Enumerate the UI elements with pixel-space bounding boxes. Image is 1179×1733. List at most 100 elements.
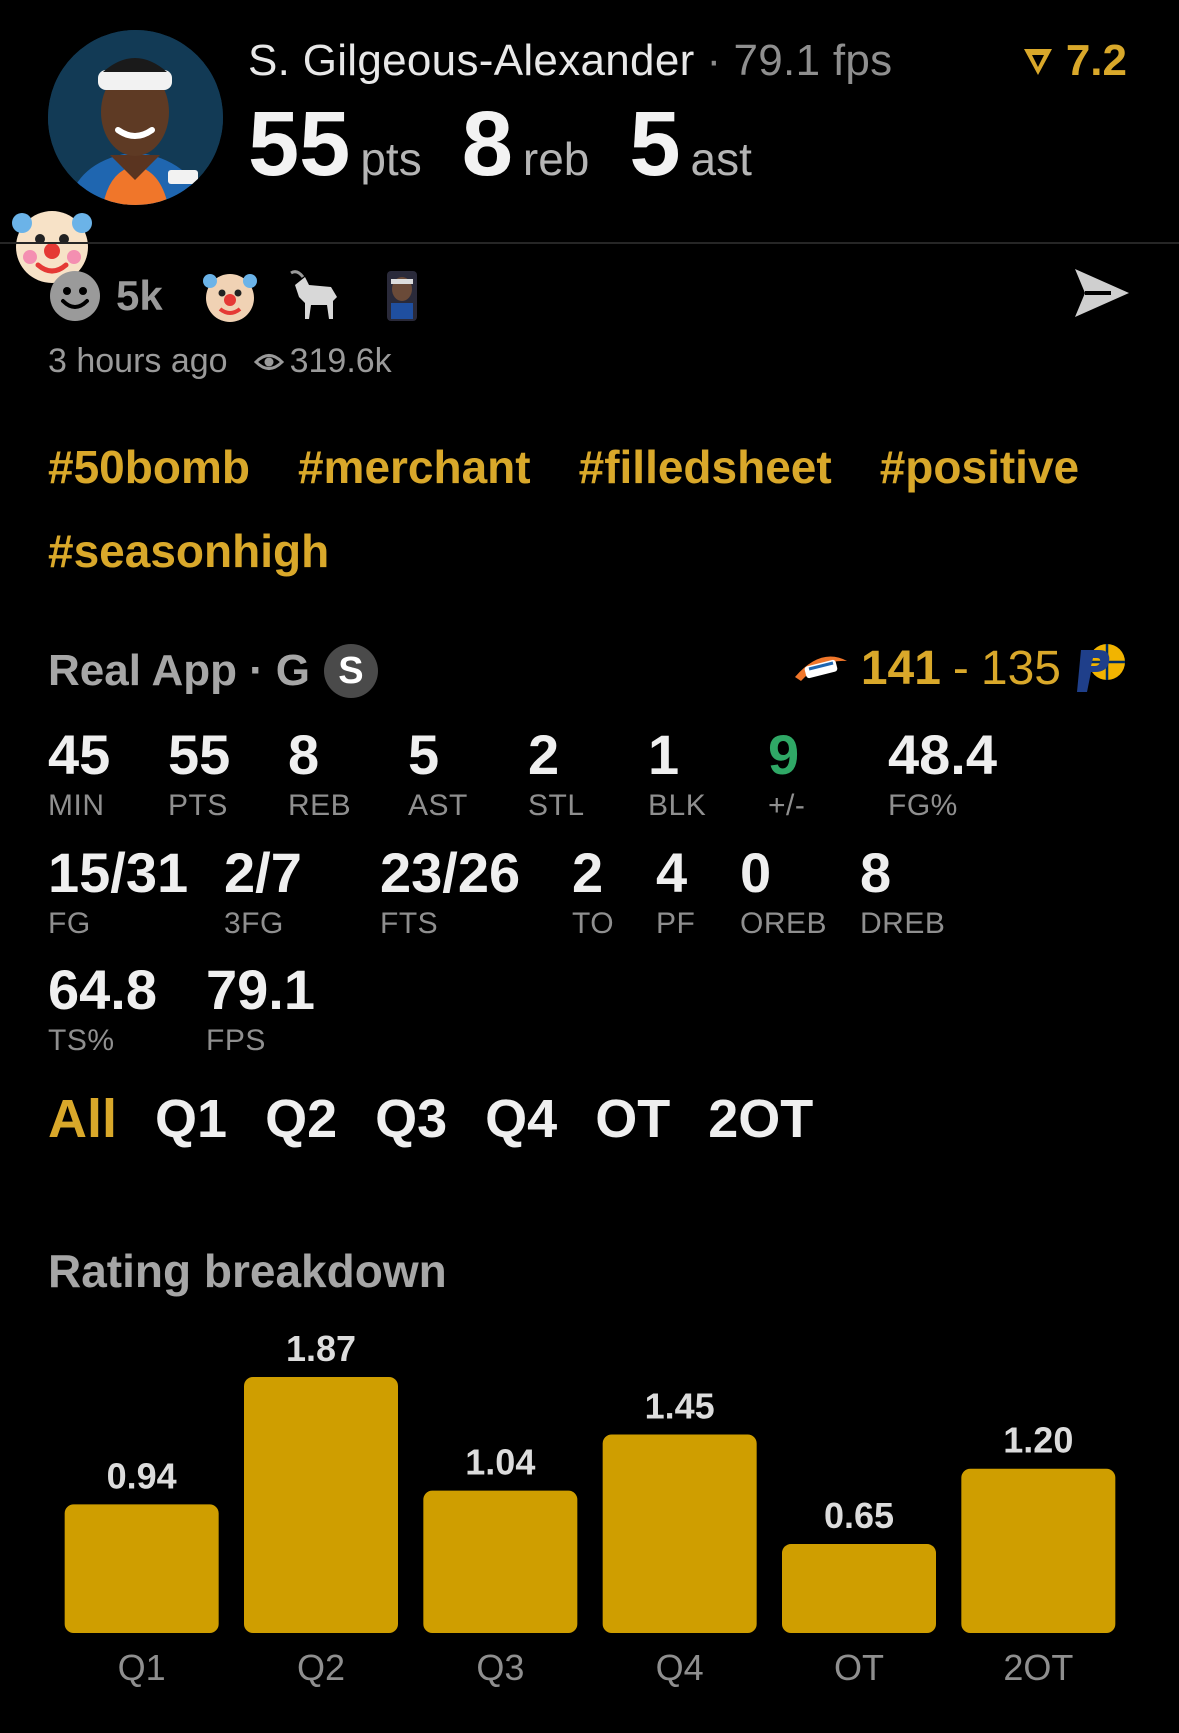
stat-label: 3FG <box>224 907 284 940</box>
post-meta: 3 hours ago 319.6k <box>48 342 392 381</box>
stat-label: TO <box>572 907 615 940</box>
chart-value-label: 1.20 <box>1003 1420 1073 1461</box>
losing-score: 135 <box>980 641 1061 695</box>
stat-value: 45 <box>48 723 111 786</box>
headline-statline: 55 pts 8 reb 5 ast <box>248 92 792 197</box>
stat-label: FG <box>48 907 91 940</box>
chart-value-label: 1.04 <box>465 1442 535 1483</box>
hashtag-list: #50bomb #merchant #filledsheet #positive… <box>48 440 1148 578</box>
chart-bar-2ot[interactable] <box>961 1468 1116 1633</box>
stat-dreb: 8 DREB <box>860 840 945 941</box>
stat-label: FG% <box>888 789 958 822</box>
stat-fg: 15/31 FG <box>48 840 188 941</box>
stat-label: MIN <box>48 789 105 822</box>
chart-bar-q3[interactable] <box>423 1490 578 1633</box>
stat-value: 5 <box>408 723 440 786</box>
headline-ast-unit: ast <box>690 133 752 185</box>
tab-q4[interactable]: Q4 <box>485 1088 557 1150</box>
source-line: Real App · G S <box>48 644 378 698</box>
hashtag[interactable]: #seasonhigh <box>48 524 329 578</box>
stat-label: REB <box>288 789 352 822</box>
player-avatar[interactable] <box>48 30 223 205</box>
stat-value: 8 <box>288 723 320 786</box>
chart-bar-q2[interactable] <box>244 1377 398 1633</box>
reaction-bar: 5k <box>48 268 459 324</box>
tab-q2[interactable]: Q2 <box>265 1088 337 1150</box>
hashtag[interactable]: #merchant <box>298 440 531 494</box>
pacers-logo-icon <box>1077 644 1125 692</box>
stat-value: 8 <box>860 841 892 904</box>
chart-title: Rating breakdown <box>48 1245 447 1297</box>
stat-label: DREB <box>860 907 946 940</box>
view-count: 319.6k <box>289 342 392 380</box>
stat-label: PTS <box>168 789 228 822</box>
hashtag[interactable]: #filledsheet <box>579 440 832 494</box>
stat-reb: 8 REB <box>288 722 351 823</box>
stat-label: FPS <box>206 1024 266 1057</box>
chart-category-label: Q1 <box>118 1647 166 1688</box>
stat-value: 48.4 <box>888 723 997 786</box>
source-separator: · <box>249 646 264 695</box>
stat-label: PF <box>656 907 696 940</box>
tab-ot[interactable]: OT <box>595 1088 670 1150</box>
stat-label: FTS <box>380 907 439 940</box>
share-send-icon[interactable] <box>1071 265 1133 321</box>
winning-score: 141 <box>860 641 941 695</box>
chart-bar-q1[interactable] <box>64 1504 219 1633</box>
rating-value: 7.2 <box>1065 36 1127 85</box>
stat-stl: 2 STL <box>528 722 585 823</box>
hashtag[interactable]: #50bomb <box>48 440 250 494</box>
hashtag[interactable]: #positive <box>880 440 1079 494</box>
tab-q3[interactable]: Q3 <box>375 1088 447 1150</box>
stat-plus-minus: 9 +/- <box>768 722 805 823</box>
tab-all[interactable]: All <box>48 1088 117 1150</box>
fps-value: 79.1 fps <box>733 36 893 85</box>
tab-2ot[interactable]: 2OT <box>708 1088 813 1150</box>
chart-category-label: Q4 <box>656 1647 704 1688</box>
smile-icon[interactable] <box>48 269 102 323</box>
tab-q1[interactable]: Q1 <box>155 1088 227 1150</box>
player-name[interactable]: S. Gilgeous-Alexander <box>248 36 695 85</box>
headline-reb-unit: reb <box>522 133 590 185</box>
stat-label: OREB <box>740 907 828 940</box>
chart-category-label: Q2 <box>297 1647 345 1688</box>
chart-bar-q4[interactable] <box>602 1434 757 1633</box>
chart-value-label: 0.94 <box>107 1455 177 1496</box>
stat-min: 45 MIN <box>48 722 110 823</box>
stat-value: 1 <box>648 723 680 786</box>
rating-chip[interactable]: 7.2 <box>1020 36 1127 86</box>
player-title: S. Gilgeous-Alexander · 79.1 fps <box>248 36 892 86</box>
player-image-icon[interactable] <box>373 267 431 325</box>
stat-ast: 5 AST <box>408 722 468 823</box>
stat-to: 2 TO <box>572 840 614 941</box>
stat-blk: 1 BLK <box>648 722 706 823</box>
period-tabs: All Q1 Q2 Q3 Q4 OT 2OT <box>48 1088 813 1150</box>
stat-value: 2 <box>572 841 604 904</box>
stat-label: +/- <box>768 789 806 822</box>
chart-value-label: 1.87 <box>286 1328 356 1369</box>
game-score[interactable]: 141-135 <box>793 640 1129 696</box>
stat-value: 2 <box>528 723 560 786</box>
okc-logo-icon <box>794 656 847 681</box>
stat-ts-pct: 64.8 TS% <box>48 957 157 1058</box>
stat-pts: 55 PTS <box>168 722 230 823</box>
chart-category-label: OT <box>834 1647 884 1688</box>
goat-icon[interactable] <box>287 267 345 325</box>
stat-fg-pct: 48.4 FG% <box>888 722 997 823</box>
stat-value: 0 <box>740 841 772 904</box>
reaction-count[interactable]: 5k <box>116 272 163 320</box>
headline-pts-unit: pts <box>360 133 422 185</box>
header-divider <box>0 242 1179 244</box>
chart-category-label: Q3 <box>476 1647 524 1688</box>
stat-fps: 79.1 FPS <box>206 957 315 1058</box>
stat-pf: 4 PF <box>656 840 695 941</box>
eye-icon <box>253 353 284 370</box>
clown-icon[interactable] <box>201 267 259 325</box>
stat-value: 15/31 <box>48 841 189 904</box>
player-position: G <box>275 646 310 695</box>
stat-label: TS% <box>48 1024 115 1057</box>
stat-fts: 23/26 FTS <box>380 840 520 941</box>
chart-bar-ot[interactable] <box>782 1544 936 1633</box>
separator-dot: · <box>706 36 722 85</box>
stat-oreb: 0 OREB <box>740 840 827 941</box>
